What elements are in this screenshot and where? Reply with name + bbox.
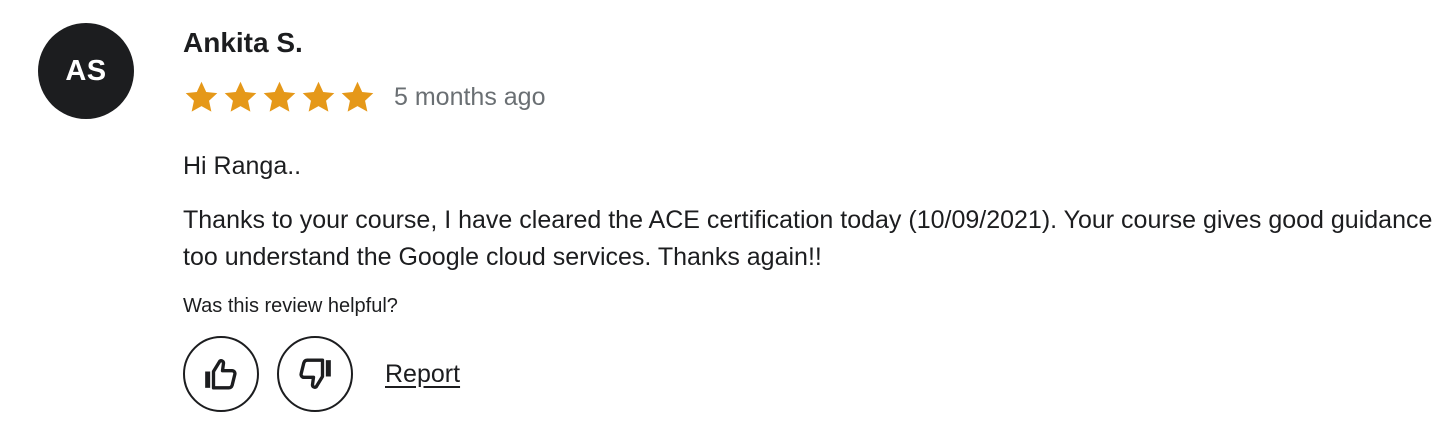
rating-row: 5 months ago: [183, 76, 1445, 118]
thumbs-up-icon: [201, 354, 241, 394]
review-time: 5 months ago: [394, 83, 546, 111]
star-rating: [183, 79, 376, 116]
star-icon: [300, 79, 337, 116]
avatar: AS: [38, 23, 134, 119]
review-greeting: Hi Ranga..: [183, 152, 302, 180]
helpful-prompt: Was this review helpful?: [183, 295, 398, 317]
thumbs-down-button[interactable]: [277, 336, 353, 412]
star-icon: [222, 79, 259, 116]
star-icon: [261, 79, 298, 116]
review-actions: Report: [183, 336, 1445, 412]
star-icon: [183, 79, 220, 116]
review-body: Thanks to your course, I have cleared th…: [183, 206, 1433, 271]
thumbs-up-button[interactable]: [183, 336, 259, 412]
star-icon: [339, 79, 376, 116]
report-link[interactable]: Report: [385, 360, 460, 389]
review-content: Ankita S. 5 months ago Hi Ranga.. Thanks…: [183, 23, 1445, 412]
thumbs-down-icon: [295, 354, 335, 394]
avatar-initials: AS: [65, 54, 107, 87]
reviewer-name: Ankita S.: [183, 27, 303, 58]
review-card: AS Ankita S. 5 months ago Hi Ranga.. Tha…: [0, 0, 1453, 446]
